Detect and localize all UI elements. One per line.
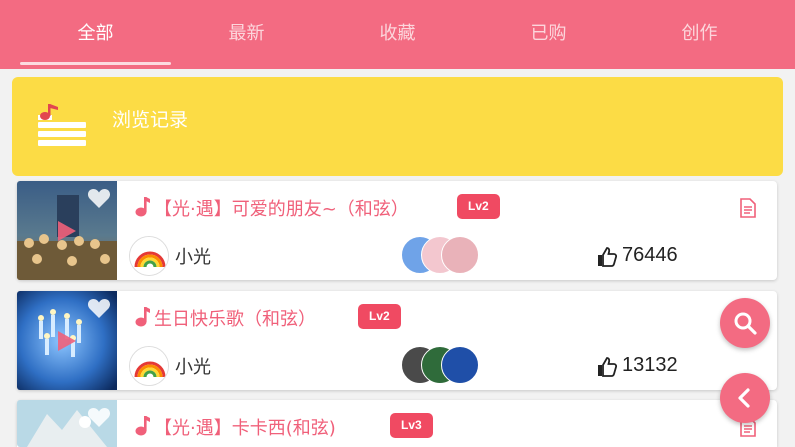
music-note-icon — [135, 307, 150, 327]
heart-icon[interactable] — [87, 297, 111, 319]
song-thumbnail — [17, 400, 117, 447]
search-button[interactable] — [720, 298, 770, 348]
music-note-icon — [135, 416, 150, 436]
back-button[interactable] — [720, 373, 770, 423]
chevron-left-icon — [738, 388, 750, 408]
level-badge: Lv2 — [358, 304, 401, 329]
song-title: 【光·遇】卡卡西(和弦) — [154, 418, 336, 439]
like-count: 76446 — [622, 244, 678, 266]
search-icon — [734, 312, 757, 335]
tab-all[interactable]: 全部 — [20, 0, 171, 69]
collaborator-avatar — [441, 346, 479, 384]
tab-creations[interactable]: 创作 — [624, 0, 775, 69]
browsing-history-label: 浏览记录 — [112, 109, 189, 131]
collaborator-avatars[interactable] — [401, 346, 481, 386]
level-badge: Lv2 — [457, 194, 500, 219]
song-title: 生日快乐歌（和弦） — [154, 309, 316, 330]
thumbs-up-icon[interactable] — [597, 357, 617, 377]
sheet-document-icon[interactable] — [739, 198, 757, 218]
music-list-icon — [38, 104, 86, 146]
tab-favorites[interactable]: 收藏 — [322, 0, 473, 69]
song-card[interactable]: 【光·遇】可爱的朋友~（和弦） Lv2 小光 76446 — [17, 181, 777, 280]
active-tab-indicator — [20, 62, 171, 65]
song-thumbnail — [17, 181, 117, 280]
author-name[interactable]: 小光 — [175, 353, 211, 379]
song-card[interactable]: 生日快乐歌（和弦） Lv2 小光 13132 — [17, 291, 777, 390]
heart-icon[interactable] — [87, 406, 111, 428]
collaborator-avatar — [441, 236, 479, 274]
play-icon[interactable] — [56, 329, 78, 353]
heart-icon[interactable] — [87, 187, 111, 209]
like-count: 13132 — [622, 354, 678, 376]
song-card[interactable]: 【光·遇】卡卡西(和弦) Lv3 — [17, 400, 777, 447]
song-title: 【光·遇】可爱的朋友~（和弦） — [154, 199, 409, 220]
author-avatar[interactable] — [129, 346, 169, 386]
thumbs-up-icon[interactable] — [597, 247, 617, 267]
tab-latest[interactable]: 最新 — [171, 0, 322, 69]
music-note-icon — [135, 197, 150, 217]
browsing-history-banner[interactable]: 浏览记录 — [12, 77, 783, 176]
tab-purchased[interactable]: 已购 — [473, 0, 624, 69]
song-thumbnail — [17, 291, 117, 390]
author-avatar[interactable] — [129, 236, 169, 276]
level-badge: Lv3 — [390, 413, 433, 438]
collaborator-avatars[interactable] — [401, 236, 481, 276]
play-icon[interactable] — [56, 219, 78, 243]
top-tab-bar: 全部 最新 收藏 已购 创作 — [0, 0, 795, 69]
author-name[interactable]: 小光 — [175, 243, 211, 269]
